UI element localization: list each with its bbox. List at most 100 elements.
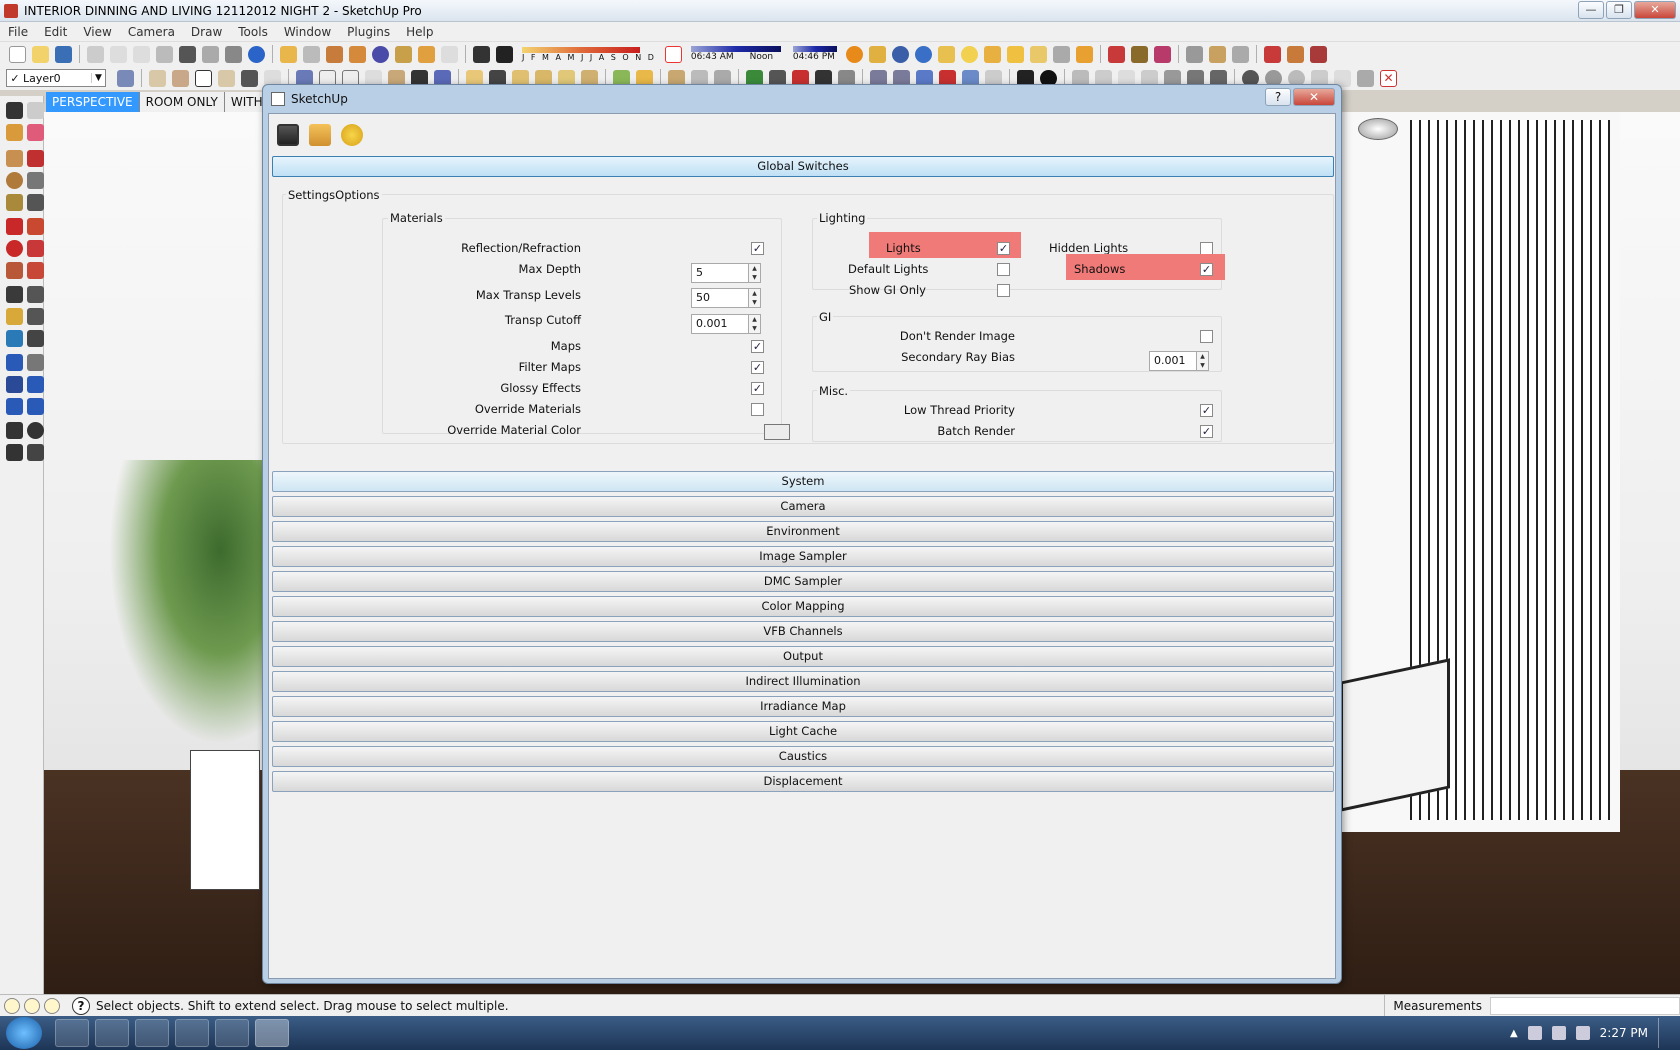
share-model-icon[interactable] (303, 45, 320, 63)
taskbar-tool-icon[interactable] (215, 1019, 249, 1047)
low-thread-checkbox[interactable]: ✓ (1200, 404, 1213, 417)
vray-help-icon[interactable] (914, 45, 932, 63)
warehouse-icon[interactable] (395, 45, 412, 63)
menu-tools[interactable]: Tools (230, 25, 276, 39)
open-icon[interactable] (32, 45, 49, 63)
menu-plugins[interactable]: Plugins (339, 25, 398, 39)
zoom-window-icon[interactable] (27, 376, 44, 393)
orbit-icon[interactable] (6, 354, 23, 371)
look-around-icon[interactable] (27, 422, 44, 439)
plugin-tool5-icon[interactable] (1286, 45, 1304, 63)
position-camera-icon[interactable] (6, 422, 23, 439)
close-button[interactable]: ✕ (1634, 1, 1676, 19)
close-x-icon[interactable]: ✕ (1380, 69, 1397, 87)
section-caustics[interactable]: Caustics (272, 746, 1334, 767)
copy-icon[interactable] (110, 45, 127, 63)
get-models-icon[interactable] (280, 45, 297, 63)
plugin-tool3-icon[interactable] (1231, 45, 1249, 63)
line-icon[interactable] (27, 150, 44, 167)
menu-help[interactable]: Help (398, 25, 441, 39)
freehand-icon[interactable] (27, 194, 44, 211)
save-icon[interactable] (277, 124, 299, 146)
geo-location-icon[interactable] (4, 997, 20, 1014)
filter-maps-checkbox[interactable]: ✓ (751, 361, 764, 374)
taskbar-sketchup-icon[interactable] (255, 1019, 289, 1047)
scale-icon[interactable] (6, 262, 23, 279)
follow-me-icon[interactable] (27, 240, 44, 257)
fog-toggle-icon[interactable] (496, 45, 513, 63)
spin-arrows-icon[interactable]: ▲ ▼ (1196, 351, 1209, 371)
taskbar-chrome-icon[interactable] (95, 1019, 129, 1047)
google-earth-icon[interactable] (372, 45, 389, 63)
omni-light-icon[interactable] (960, 45, 978, 63)
tab-perspective[interactable]: PERSPECTIVE (46, 92, 140, 112)
cut-icon[interactable] (87, 45, 104, 63)
taskbar-photoshop-icon[interactable] (135, 1019, 169, 1047)
paste-icon[interactable] (133, 45, 150, 63)
view-back-icon[interactable] (241, 69, 258, 87)
rectangle-icon[interactable] (6, 150, 23, 167)
section-displacement[interactable]: Displacement (272, 771, 1334, 792)
vray-options-icon[interactable] (891, 45, 909, 63)
preview-icon[interactable] (441, 45, 458, 63)
section-color-mapping[interactable]: Color Mapping (272, 596, 1334, 617)
taskbar-explorer-icon[interactable] (55, 1019, 89, 1047)
spot-light-icon[interactable] (1006, 45, 1024, 63)
move-icon[interactable] (6, 218, 23, 235)
protractor-icon[interactable] (6, 308, 23, 325)
vray-fb-icon[interactable] (937, 45, 955, 63)
override-materials-checkbox[interactable] (751, 403, 764, 416)
open-folder-icon[interactable] (309, 124, 331, 146)
dialog-help-button[interactable]: ? (1265, 88, 1291, 106)
section-camera[interactable]: Camera (272, 496, 1334, 517)
offset-icon[interactable] (27, 262, 44, 279)
measurements-input[interactable] (1490, 997, 1680, 1015)
section-dmc-sampler[interactable]: DMC Sampler (272, 571, 1334, 592)
layer-dropdown[interactable]: ✓ Layer0 ▼ (6, 69, 106, 87)
lights-checkbox[interactable]: ✓ (997, 242, 1010, 255)
menu-view[interactable]: View (75, 25, 119, 39)
clock[interactable]: 2:27 PM (1600, 1026, 1648, 1040)
view-iso-icon[interactable] (149, 69, 166, 87)
polygon-icon[interactable] (6, 194, 23, 211)
plugin-tool-icon[interactable] (1185, 45, 1203, 63)
menu-file[interactable]: File (0, 25, 36, 39)
dome-light-icon[interactable] (1052, 45, 1070, 63)
section-vfb-channels[interactable]: VFB Channels (272, 621, 1334, 642)
help-icon[interactable]: ? (72, 996, 90, 1015)
default-lights-checkbox[interactable] (997, 263, 1010, 276)
print-icon[interactable] (225, 45, 242, 63)
view-top-icon[interactable] (172, 69, 189, 87)
erase-icon[interactable] (156, 45, 173, 63)
plugin-tool2-icon[interactable] (1208, 45, 1226, 63)
section-light-cache[interactable]: Light Cache (272, 721, 1334, 742)
user-icon[interactable] (44, 997, 60, 1014)
plugin-brown-icon[interactable] (1130, 45, 1148, 63)
share-component-icon[interactable] (349, 45, 366, 63)
previous-view-icon[interactable] (27, 398, 44, 415)
component-icon[interactable] (326, 45, 343, 63)
flag-icon[interactable] (1527, 1026, 1542, 1040)
taskbar-app-icon[interactable] (175, 1019, 209, 1047)
network-icon[interactable] (1575, 1026, 1590, 1040)
vray-render-icon[interactable] (845, 45, 863, 63)
secondary-bias-field[interactable]: 0.001 ▲ ▼ (1149, 351, 1209, 371)
max-depth-field[interactable]: 5 ▲ ▼ (691, 263, 761, 283)
shadow-month-slider[interactable]: J F M A M J J A S O N D (522, 46, 656, 62)
layer-manager-icon[interactable] (117, 69, 134, 87)
minimize-button[interactable]: — (1578, 1, 1604, 19)
start-button[interactable] (6, 1017, 42, 1049)
save-icon[interactable] (55, 45, 72, 63)
glossy-checkbox[interactable]: ✓ (751, 382, 764, 395)
section-system[interactable]: System (272, 471, 1334, 492)
eraser-icon[interactable] (27, 124, 44, 141)
shadow-toggle-icon[interactable] (473, 45, 490, 63)
dimension-icon[interactable] (27, 286, 44, 303)
paint-bucket-icon[interactable] (6, 124, 23, 141)
tape-measure-icon[interactable] (6, 286, 23, 303)
plugin-tool4-icon[interactable] (1263, 45, 1281, 63)
make-component-icon[interactable] (27, 102, 44, 119)
select-icon[interactable] (6, 102, 23, 119)
shadow-time-slider[interactable]: 06:43 AM Noon (690, 46, 781, 62)
dont-render-checkbox[interactable] (1200, 330, 1213, 343)
